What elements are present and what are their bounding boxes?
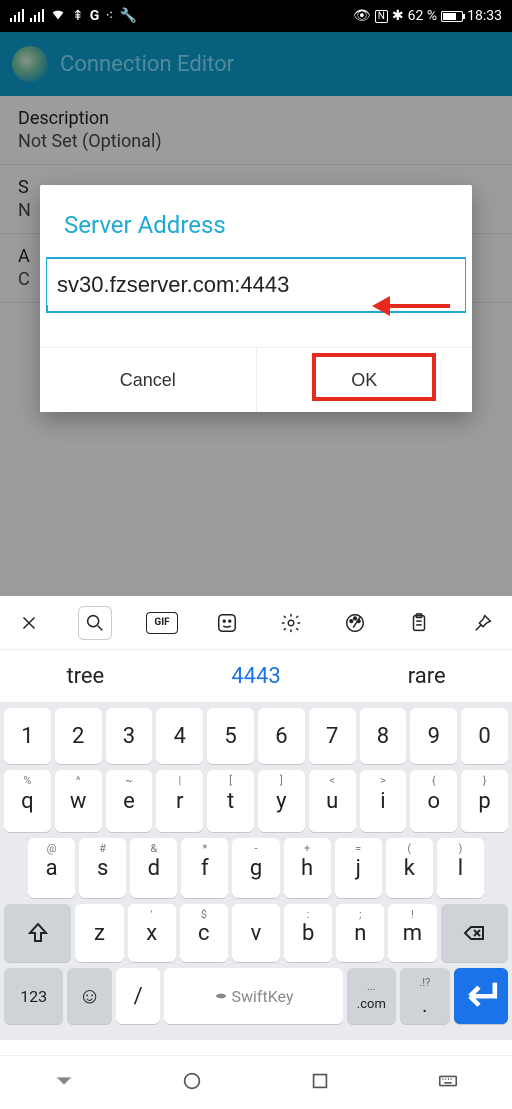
key-a[interactable]: @a	[28, 838, 75, 898]
key-n[interactable]: ;n	[336, 904, 384, 962]
close-icon[interactable]	[14, 608, 44, 638]
keyboard-toolbar: GIF	[0, 596, 512, 650]
key-i[interactable]: >i	[360, 770, 407, 832]
key-h[interactable]: +h	[284, 838, 331, 898]
bluetooth-icon: ✱	[392, 8, 404, 24]
key-m[interactable]: !m	[388, 904, 436, 962]
battery-pct: 62 %	[408, 8, 437, 24]
key-2[interactable]: 2	[55, 708, 102, 764]
dots-icon: ⁖	[105, 8, 113, 24]
keyboard: 1 2 3 4 5 6 7 8 9 0 %q ^w ~e |r [t ]y <u…	[0, 702, 512, 1040]
key-z[interactable]: z	[75, 904, 123, 962]
key-b[interactable]: :b	[284, 904, 332, 962]
key-123[interactable]: 123	[4, 968, 63, 1024]
key-q[interactable]: %q	[4, 770, 51, 832]
nav-keyboard-icon[interactable]	[437, 1070, 459, 1096]
sticker-icon[interactable]	[212, 608, 242, 638]
key-enter[interactable]	[454, 968, 508, 1024]
key-0[interactable]: 0	[461, 708, 508, 764]
gif-icon[interactable]: GIF	[146, 612, 178, 634]
key-c[interactable]: $c	[180, 904, 228, 962]
key-1[interactable]: 1	[4, 708, 51, 764]
suggestion-2[interactable]: 4443	[171, 664, 342, 689]
status-time: 18:33	[467, 8, 502, 24]
key-o[interactable]: {o	[410, 770, 457, 832]
key-g[interactable]: -g	[232, 838, 279, 898]
ok-button[interactable]: OK	[257, 348, 473, 412]
search-icon[interactable]	[78, 606, 112, 640]
description-label: Description	[18, 108, 494, 129]
key-space[interactable]: SwiftKey	[164, 968, 342, 1024]
server-address-input[interactable]	[47, 272, 465, 298]
battery-icon	[441, 11, 463, 22]
key-k[interactable]: (k	[386, 838, 433, 898]
key-t[interactable]: [t	[207, 770, 254, 832]
key-s[interactable]: #s	[79, 838, 126, 898]
status-bar: ⇞ G ⁖ 🔧 👁 N ✱ 62 % 18:33	[0, 0, 512, 32]
nav-back[interactable]	[53, 1070, 75, 1096]
key-dotcom[interactable]: ....com	[347, 968, 396, 1024]
key-r[interactable]: |r	[156, 770, 203, 832]
suggestion-3[interactable]: rare	[341, 664, 512, 689]
key-9[interactable]: 9	[410, 708, 457, 764]
key-5[interactable]: 5	[207, 708, 254, 764]
key-4[interactable]: 4	[156, 708, 203, 764]
annotation-arrow	[372, 296, 450, 316]
key-7[interactable]: 7	[309, 708, 356, 764]
key-d[interactable]: &d	[130, 838, 177, 898]
key-3[interactable]: 3	[106, 708, 153, 764]
wrench-icon: 🔧	[119, 8, 136, 24]
signal-icon-2	[30, 10, 44, 22]
description-value: Not Set (Optional)	[18, 131, 494, 152]
key-8[interactable]: 8	[360, 708, 407, 764]
keyboard-container: GIF tree 4443 rare 1 2 3 4 5 6 7 8 9 0 %…	[0, 596, 512, 1040]
key-period[interactable]: .!?.	[400, 968, 449, 1024]
suggestion-1[interactable]: tree	[0, 664, 171, 689]
g-icon: G	[90, 8, 100, 24]
upload-icon: ⇞	[72, 8, 84, 24]
suggestion-bar: tree 4443 rare	[0, 650, 512, 702]
key-backspace[interactable]	[441, 904, 508, 962]
key-p[interactable]: }p	[461, 770, 508, 832]
key-x[interactable]: 'x	[128, 904, 176, 962]
settings-icon[interactable]	[276, 608, 306, 638]
key-emoji[interactable]: ☺	[67, 968, 112, 1024]
key-l[interactable]: )l	[437, 838, 484, 898]
eye-icon: 👁	[353, 8, 371, 24]
theme-icon[interactable]	[340, 608, 370, 638]
navigation-bar	[0, 1055, 512, 1109]
clipboard-icon[interactable]	[404, 608, 434, 638]
dialog-title: Server Address	[40, 185, 472, 257]
key-v[interactable]: v	[232, 904, 280, 962]
nfc-icon: N	[375, 10, 388, 23]
key-w[interactable]: ^w	[55, 770, 102, 832]
key-slash[interactable]: /	[116, 968, 161, 1024]
key-e[interactable]: ~e	[106, 770, 153, 832]
pin-icon[interactable]	[468, 608, 498, 638]
key-y[interactable]: ]y	[258, 770, 305, 832]
signal-icon	[10, 10, 24, 22]
nav-recent[interactable]	[309, 1070, 331, 1096]
key-f[interactable]: *f	[181, 838, 228, 898]
key-u[interactable]: <u	[309, 770, 356, 832]
nav-home[interactable]	[181, 1070, 203, 1096]
key-6[interactable]: 6	[258, 708, 305, 764]
wifi-icon	[50, 6, 66, 26]
cancel-button[interactable]: Cancel	[40, 348, 257, 412]
key-shift[interactable]	[4, 904, 71, 962]
key-j[interactable]: =j	[335, 838, 382, 898]
